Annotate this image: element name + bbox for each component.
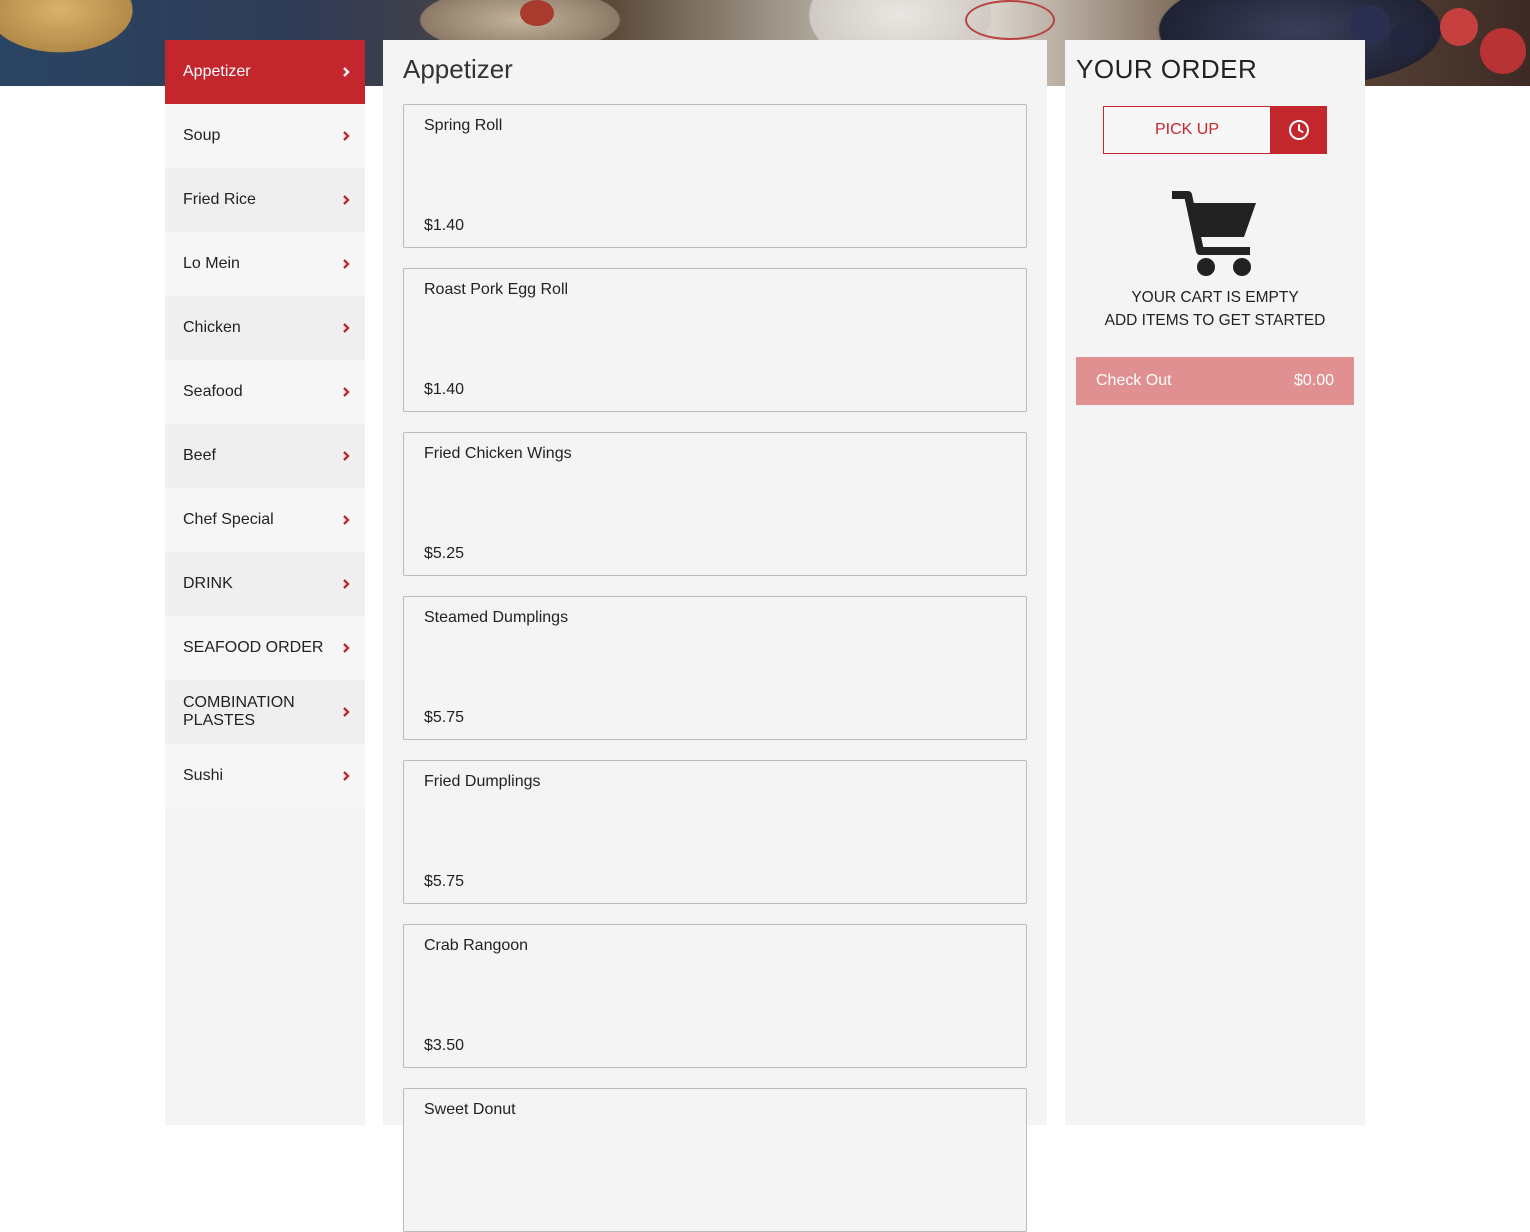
category-label: Sushi [183, 767, 224, 784]
category-item-fried-rice[interactable]: Fried Rice [165, 168, 365, 232]
category-item-seafood-order[interactable]: SEAFOOD ORDER [165, 616, 365, 680]
chevron-right-icon [343, 195, 350, 205]
schedule-time-button[interactable] [1271, 106, 1327, 154]
empty-cart-line-1: YOUR CART IS EMPTY [1131, 289, 1299, 306]
chevron-right-icon [343, 643, 350, 653]
menu-item-price: $5.25 [424, 545, 465, 562]
category-label: Soup [183, 127, 221, 144]
menu-item-price: $3.50 [424, 1037, 465, 1054]
category-item-drink[interactable]: DRINK [165, 552, 365, 616]
menu-section: Appetizer Spring Roll $1.40 Roast Pork Egg… [383, 40, 1047, 1232]
chevron-right-icon [343, 323, 350, 333]
order-panel: YOUR ORDER PICK UP YOUR CART IS EMPTY AD… [1065, 40, 1365, 1125]
category-label: Chicken [183, 319, 241, 336]
order-title: YOUR ORDER [1076, 54, 1258, 84]
category-item-appetizer[interactable]: Appetizer [165, 40, 365, 104]
menu-item-name: Fried Dumplings [424, 773, 541, 790]
chevron-right-icon [343, 771, 350, 781]
menu-item-name: Roast Pork Egg Roll [424, 281, 569, 298]
menu-item-name: Crab Rangoon [424, 937, 529, 954]
category-sidebar: Appetizer Soup Fried Rice Lo Mein Chicken Sea… [165, 40, 365, 1125]
menu-item-price: $5.75 [424, 709, 465, 726]
menu-item-price: $5.75 [424, 873, 465, 890]
clock-icon [1289, 120, 1309, 140]
checkout-total: $0.00 [1293, 372, 1334, 389]
chevron-right-icon [343, 515, 350, 525]
category-label: COMBINATION PLASTES [183, 694, 295, 729]
chevron-right-icon [343, 451, 350, 461]
category-label: Chef Special [183, 511, 274, 528]
menu-item-name: Spring Roll [424, 117, 503, 134]
menu-item-name: Fried Chicken Wings [424, 445, 572, 462]
chevron-right-icon [343, 707, 350, 717]
pickup-button[interactable]: PICK UP [1103, 106, 1271, 154]
category-item-seafood[interactable]: Seafood [165, 360, 365, 424]
category-item-lo-mein[interactable]: Lo Mein [165, 232, 365, 296]
menu-item-price: $1.40 [424, 381, 465, 398]
category-item-chicken[interactable]: Chicken [165, 296, 365, 360]
menu-section-title: Appetizer [403, 54, 513, 84]
category-item-beef[interactable]: Beef [165, 424, 365, 488]
category-item-soup[interactable]: Soup [165, 104, 365, 168]
category-label: Lo Mein [183, 255, 240, 272]
menu-item-name: Sweet Donut [424, 1101, 516, 1118]
chevron-right-icon [343, 67, 350, 77]
menu-item-card[interactable]: Roast Pork Egg Roll $1.40 [403, 268, 1027, 412]
menu-item-price: $1.40 [424, 217, 465, 234]
chevron-right-icon [343, 579, 350, 589]
category-item-chef-special[interactable]: Chef Special [165, 488, 365, 552]
pickup-toggle: PICK UP [1103, 106, 1327, 154]
category-label: DRINK [183, 575, 233, 592]
category-item-sushi[interactable]: Sushi [165, 744, 365, 808]
empty-cart-message: YOUR CART IS EMPTY ADD ITEMS TO GET STAR… [1076, 286, 1354, 332]
menu-item-card[interactable]: Fried Chicken Wings $5.25 [403, 432, 1027, 576]
menu-item-card[interactable]: Crab Rangoon $3.50 [403, 924, 1027, 1068]
chevron-right-icon [343, 131, 350, 141]
menu-item-card[interactable]: Steamed Dumplings $5.75 [403, 596, 1027, 740]
chevron-right-icon [343, 259, 350, 269]
shopping-cart-icon [1172, 191, 1256, 276]
menu-item-card[interactable]: Sweet Donut [403, 1088, 1027, 1232]
menu-item-card[interactable]: Fried Dumplings $5.75 [403, 760, 1027, 904]
checkout-button[interactable]: Check Out $0.00 [1076, 357, 1354, 405]
menu-item-card[interactable]: Spring Roll $1.40 [403, 104, 1027, 248]
category-label: Fried Rice [183, 191, 256, 208]
category-item-combination-plastes[interactable]: COMBINATION PLASTES [165, 680, 365, 744]
menu-item-list: Spring Roll $1.40 Roast Pork Egg Roll $1.40… [403, 104, 1027, 1232]
menu-item-name: Steamed Dumplings [424, 609, 569, 626]
chevron-right-icon [343, 387, 350, 397]
category-label: Appetizer [183, 63, 251, 80]
checkout-label: Check Out [1096, 372, 1172, 389]
category-label: Beef [183, 447, 216, 464]
category-label: SEAFOOD ORDER [183, 639, 324, 656]
empty-cart-line-2: ADD ITEMS TO GET STARTED [1104, 312, 1326, 329]
category-label: Seafood [183, 383, 243, 400]
